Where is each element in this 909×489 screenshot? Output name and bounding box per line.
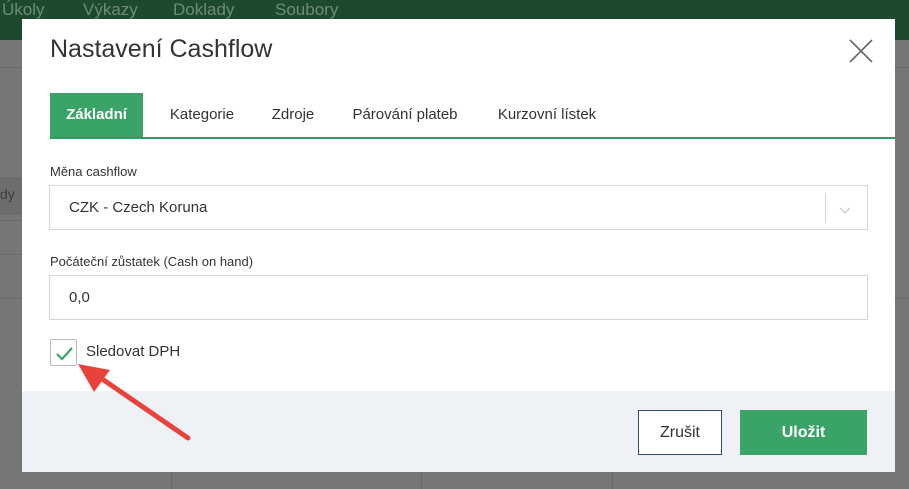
currency-label: Měna cashflow [50, 164, 137, 179]
tab-kurzovni-listek[interactable]: Kurzovní lístek [482, 93, 612, 137]
bg-divider [0, 254, 22, 255]
bg-divider [895, 298, 909, 299]
tab-zakladni[interactable]: Základní [50, 93, 143, 137]
track-vat-label: Sledovat DPH [86, 343, 181, 360]
chevron-down-icon [838, 202, 852, 214]
bg-divider [171, 472, 172, 489]
save-button[interactable]: Uložit [740, 410, 867, 455]
currency-select[interactable]: CZK - Czech Koruna [49, 185, 868, 230]
nav-item-doklady[interactable]: Doklady [173, 0, 234, 20]
tab-kategorie[interactable]: Kategorie [152, 93, 252, 137]
cash-on-hand-label: Počáteční zůstatek (Cash on hand) [50, 254, 254, 269]
close-icon[interactable] [848, 38, 874, 64]
currency-select-value: CZK - Czech Koruna [69, 199, 208, 216]
select-divider [825, 193, 826, 223]
bg-divider [612, 472, 613, 489]
tab-parovani-plateb[interactable]: Párování plateb [338, 93, 472, 137]
tab-zdroje[interactable]: Zdroje [258, 93, 328, 137]
nav-item-soubory[interactable]: Soubory [275, 0, 338, 20]
cash-on-hand-input[interactable]: 0,0 [49, 275, 868, 320]
bg-divider [421, 472, 422, 489]
dialog-title: Nastavení Cashflow [50, 35, 273, 63]
bg-divider [0, 220, 22, 221]
nav-item-ukoly[interactable]: Úkoly [2, 0, 45, 20]
bg-divider [0, 298, 22, 299]
annotation-arrow-icon [78, 364, 191, 441]
nav-item-vykazy[interactable]: Výkazy [83, 0, 138, 20]
bg-table-cell: dy [0, 177, 22, 215]
tab-bar: Základní Kategorie Zdroje Párování plate… [50, 93, 895, 139]
cancel-button[interactable]: Zrušit [638, 410, 722, 455]
